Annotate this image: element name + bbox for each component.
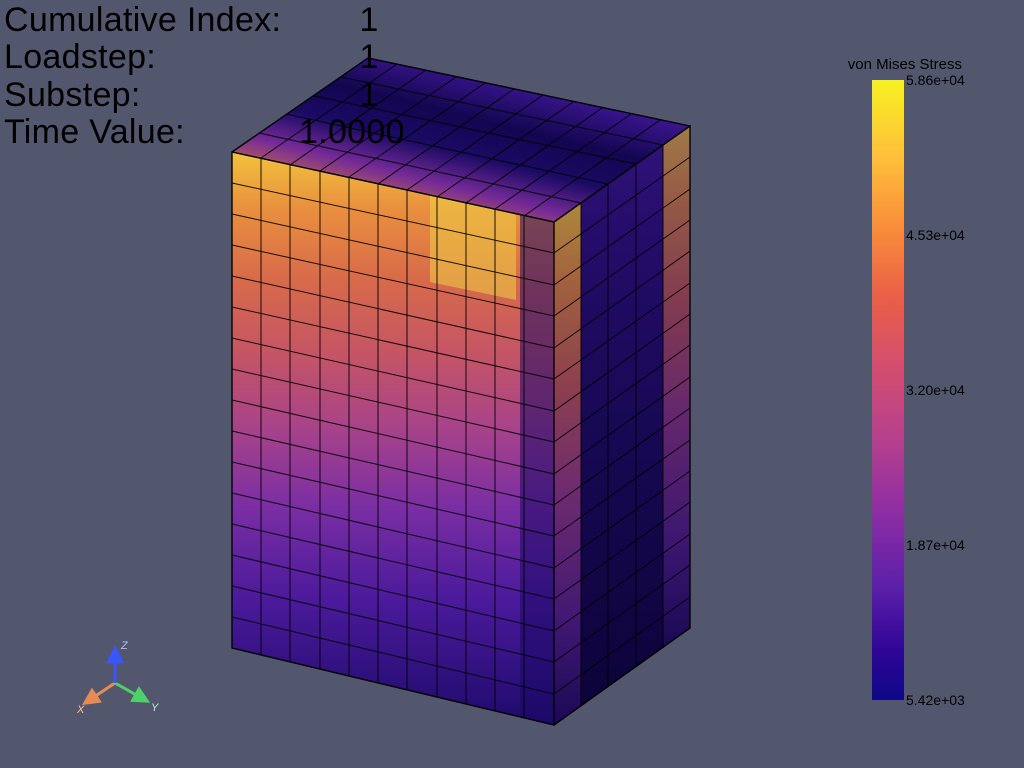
axis-y-label: Y xyxy=(151,702,159,714)
axis-y-arrow xyxy=(115,683,147,701)
info-row-loadstep: Loadstep: 1 xyxy=(4,39,439,76)
axis-x-arrow xyxy=(85,683,115,703)
info-row-time: Time Value: 1.0000 xyxy=(4,114,439,151)
info-label: Loadstep: xyxy=(4,39,299,76)
info-value: 1.0000 xyxy=(299,114,439,151)
axis-triad[interactable]: X Y Z xyxy=(70,638,160,728)
info-label: Substep: xyxy=(4,77,299,114)
info-value: 1 xyxy=(299,39,439,76)
legend-tick: 1.87e+04 xyxy=(906,537,965,553)
info-row-substep: Substep: 1 xyxy=(4,77,439,114)
info-row-cumulative: Cumulative Index: 1 xyxy=(4,2,439,39)
legend-colorbar xyxy=(872,80,904,700)
legend-tick: 4.53e+04 xyxy=(906,227,965,243)
legend-tick: 3.20e+04 xyxy=(906,382,965,398)
viewport[interactable]: Cumulative Index: 1 Loadstep: 1 Substep:… xyxy=(0,0,1024,768)
legend-ticks: 5.86e+04 4.53e+04 3.20e+04 1.87e+04 5.42… xyxy=(906,80,978,700)
info-value: 1 xyxy=(299,2,439,39)
axis-x-label: X xyxy=(76,704,85,716)
legend-tick: 5.42e+03 xyxy=(906,692,965,708)
info-value: 1 xyxy=(299,77,439,114)
info-label: Time Value: xyxy=(4,114,299,151)
legend-title: von Mises Stress xyxy=(822,56,962,73)
solution-info: Cumulative Index: 1 Loadstep: 1 Substep:… xyxy=(4,2,439,152)
legend-tick: 5.86e+04 xyxy=(906,72,965,88)
axis-z-label: Z xyxy=(120,640,129,652)
info-label: Cumulative Index: xyxy=(4,2,299,39)
